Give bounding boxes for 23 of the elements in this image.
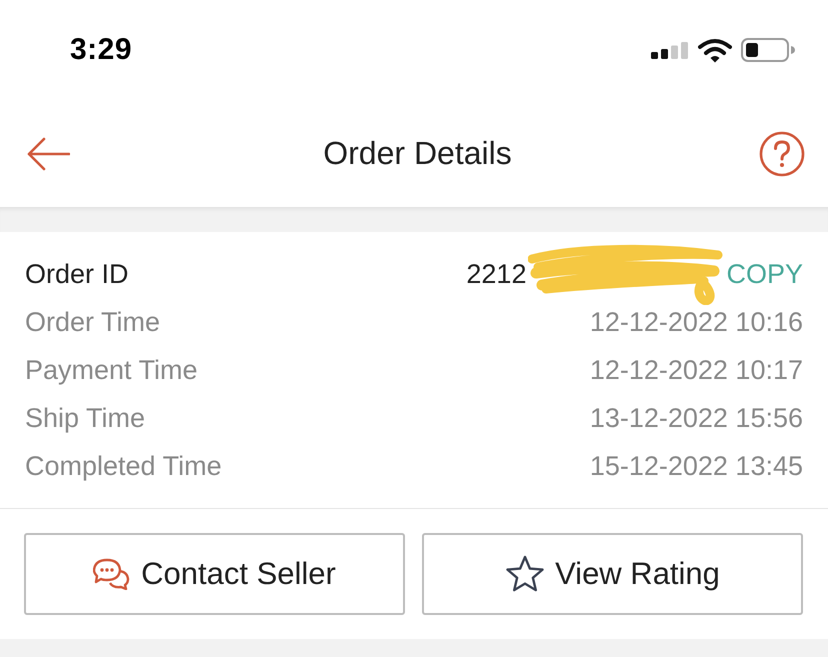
- wifi-icon: [698, 38, 732, 62]
- info-value: 13-12-2022 15:56: [590, 402, 803, 434]
- info-label: Completed Time: [25, 450, 222, 482]
- help-button[interactable]: [759, 130, 805, 176]
- status-time: 3:29: [70, 33, 132, 67]
- chat-bubbles-icon: [93, 558, 132, 590]
- view-rating-button[interactable]: View Rating: [422, 533, 803, 615]
- signal-icon: [651, 42, 689, 58]
- order-id-label: Order ID: [25, 258, 129, 290]
- info-label: Ship Time: [25, 402, 146, 434]
- page-title: Order Details: [323, 135, 512, 172]
- star-icon: [505, 555, 546, 593]
- info-value: 15-12-2022 13:45: [590, 450, 803, 482]
- battery-icon: [741, 38, 795, 62]
- info-value: 12-12-2022 10:16: [590, 306, 803, 338]
- back-arrow-icon: [26, 136, 70, 170]
- info-label: Payment Time: [25, 354, 198, 386]
- contact-seller-button[interactable]: Contact Seller: [24, 533, 405, 615]
- order-id-value: 2212: [466, 258, 526, 290]
- back-button[interactable]: [26, 136, 70, 170]
- info-value: 12-12-2022 10:17: [590, 354, 803, 386]
- help-icon: [759, 130, 805, 176]
- info-label: Order Time: [25, 306, 160, 338]
